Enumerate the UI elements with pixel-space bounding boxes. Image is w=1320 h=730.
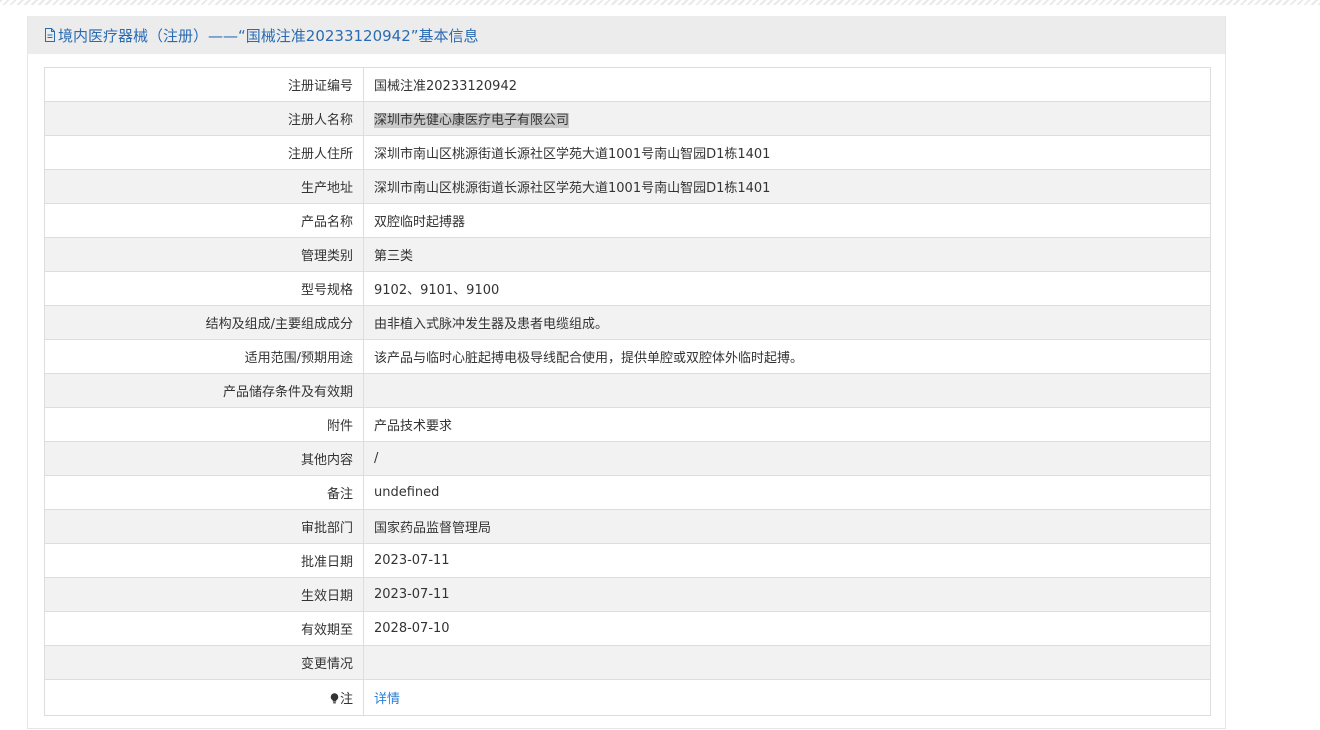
details-link[interactable]: 详情 (374, 692, 400, 707)
table-row-storage: 产品储存条件及有效期 (44, 373, 1211, 408)
note-label: 注 (339, 692, 353, 707)
detail-panel: 境内医疗器械（注册）——“国械注准20233120942”基本信息 注册证编号 … (27, 16, 1226, 729)
page-title: 境内医疗器械（注册）——“国械注准20233120942”基本信息 (58, 26, 479, 45)
row-value (363, 645, 1211, 680)
row-value: 由非植入式脉冲发生器及患者电缆组成。 (363, 305, 1211, 340)
row-value: 双腔临时起搏器 (363, 203, 1211, 238)
row-label: 生效日期 (44, 577, 364, 612)
table-row-effective-date: 生效日期 2023-07-11 (44, 577, 1211, 612)
row-label: 管理类别 (44, 237, 364, 272)
table-row-model-spec: 型号规格 9102、9101、9100 (44, 271, 1211, 306)
table-row-other: 其他内容 / (44, 441, 1211, 476)
table-row-valid-until: 有效期至 2028-07-10 (44, 611, 1211, 646)
row-value: 国家药品监督管理局 (363, 509, 1211, 544)
top-stripe-decoration (0, 0, 1320, 5)
row-value: 9102、9101、9100 (363, 271, 1211, 306)
row-label: 变更情况 (44, 645, 364, 680)
row-value: 深圳市南山区桃源街道长源社区学苑大道1001号南山智园D1栋1401 (363, 135, 1211, 170)
table-row-registrant-address: 注册人住所 深圳市南山区桃源街道长源社区学苑大道1001号南山智园D1栋1401 (44, 135, 1211, 170)
row-label: 备注 (44, 475, 364, 510)
row-label: 审批部门 (44, 509, 364, 544)
row-label: 其他内容 (44, 441, 364, 476)
note-value-cell: 详情 (363, 679, 1211, 716)
row-value: 2028-07-10 (363, 611, 1211, 646)
table-row-changes: 变更情况 (44, 645, 1211, 680)
row-value: 该产品与临时心脏起搏电极导线配合使用，提供单腔或双腔体外临时起搏。 (363, 339, 1211, 374)
row-label: 型号规格 (44, 271, 364, 306)
table-row-product-name: 产品名称 双腔临时起搏器 (44, 203, 1211, 238)
note-label-cell: 注 (44, 679, 364, 716)
row-value: 产品技术要求 (363, 407, 1211, 442)
row-label: 生产地址 (44, 169, 364, 204)
row-value: 2023-07-11 (363, 577, 1211, 612)
highlighted-registrant-name[interactable]: 深圳市先健心康医疗电子有限公司 (374, 113, 570, 128)
row-value: 第三类 (363, 237, 1211, 272)
table-row-registration-number: 注册证编号 国械注准20233120942 (44, 67, 1211, 102)
row-label: 产品储存条件及有效期 (44, 373, 364, 408)
row-label: 注册人住所 (44, 135, 364, 170)
document-icon (44, 28, 56, 42)
row-label: 适用范围/预期用途 (44, 339, 364, 374)
row-value: 深圳市南山区桃源街道长源社区学苑大道1001号南山智园D1栋1401 (363, 169, 1211, 204)
table-row-approval-dept: 审批部门 国家药品监督管理局 (44, 509, 1211, 544)
row-value (363, 373, 1211, 408)
lightbulb-icon (330, 693, 339, 704)
table-row-registrant-name: 注册人名称 深圳市先健心康医疗电子有限公司 (44, 101, 1211, 136)
row-value: 2023-07-11 (363, 543, 1211, 578)
panel-header: 境内医疗器械（注册）——“国械注准20233120942”基本信息 (28, 16, 1225, 54)
row-label: 注册证编号 (44, 67, 364, 102)
row-label: 注册人名称 (44, 101, 364, 136)
table-row-approval-date: 批准日期 2023-07-11 (44, 543, 1211, 578)
row-value-cell: 深圳市先健心康医疗电子有限公司 (363, 101, 1211, 136)
table-row-production-address: 生产地址 深圳市南山区桃源街道长源社区学苑大道1001号南山智园D1栋1401 (44, 169, 1211, 204)
row-value: / (363, 441, 1211, 476)
detail-table: 注册证编号 国械注准20233120942 注册人名称 深圳市先健心康医疗电子有… (44, 67, 1211, 716)
row-label: 结构及组成/主要组成成分 (44, 305, 364, 340)
row-value: undefined (363, 475, 1211, 510)
row-label: 产品名称 (44, 203, 364, 238)
row-label: 批准日期 (44, 543, 364, 578)
row-label: 附件 (44, 407, 364, 442)
table-row-structure: 结构及组成/主要组成成分 由非植入式脉冲发生器及患者电缆组成。 (44, 305, 1211, 340)
table-row-remarks: 备注 undefined (44, 475, 1211, 510)
table-row-attachment: 附件 产品技术要求 (44, 407, 1211, 442)
row-label: 有效期至 (44, 611, 364, 646)
table-row-management-class: 管理类别 第三类 (44, 237, 1211, 272)
row-value: 国械注准20233120942 (363, 67, 1211, 102)
table-row-note: 注 详情 (44, 679, 1211, 716)
table-row-intended-use: 适用范围/预期用途 该产品与临时心脏起搏电极导线配合使用，提供单腔或双腔体外临时… (44, 339, 1211, 374)
